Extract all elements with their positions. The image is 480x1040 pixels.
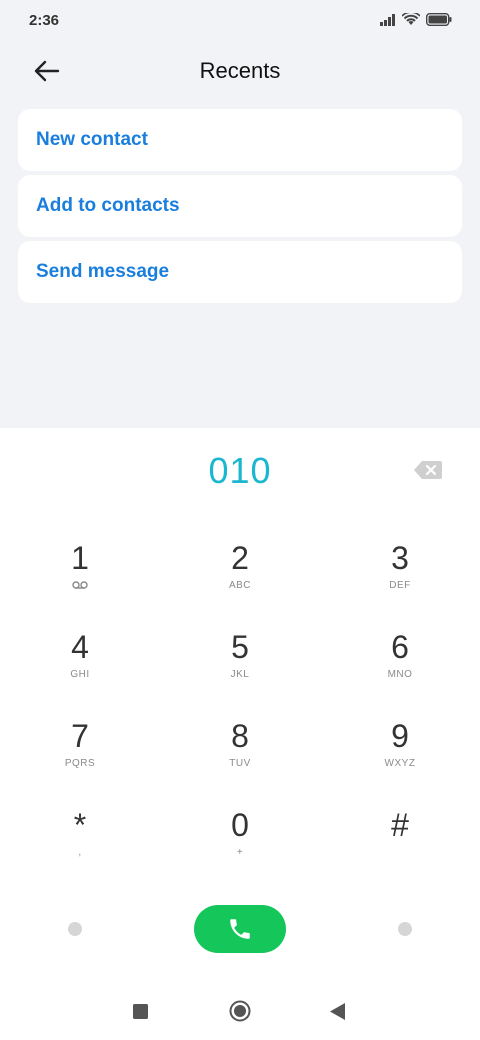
key-star[interactable]: * , — [20, 807, 140, 887]
page-title: Recents — [199, 58, 281, 83]
wifi-icon — [402, 13, 420, 25]
key-letters: JKL — [230, 669, 250, 680]
right-dot-indicator — [398, 922, 412, 936]
key-digit: 3 — [391, 540, 409, 576]
key-digit: 2 — [231, 540, 249, 576]
key-7[interactable]: 7 PQRS — [20, 718, 140, 798]
key-digit: 4 — [71, 629, 89, 665]
backspace-icon[interactable] — [413, 460, 443, 480]
key-digit: 1 — [71, 540, 89, 576]
call-button[interactable] — [194, 905, 286, 953]
key-letters — [340, 847, 460, 859]
voicemail-icon — [20, 580, 140, 592]
new-contact-button[interactable]: New contact — [18, 109, 462, 171]
key-8[interactable]: 8 TUV — [180, 718, 300, 798]
key-hash[interactable]: # — [340, 807, 460, 887]
key-digit: 9 — [391, 718, 409, 754]
add-to-contacts-button[interactable]: Add to contacts — [18, 175, 462, 237]
key-letters: WXYZ — [384, 758, 416, 769]
app-bar: Recents — [0, 44, 480, 100]
dialed-number[interactable]: 010 — [0, 450, 480, 492]
key-letters: , — [78, 847, 82, 858]
key-digit: * — [73, 807, 87, 843]
key-3[interactable]: 3 DEF — [340, 540, 460, 620]
key-digit: 6 — [391, 629, 409, 665]
left-dot-indicator — [68, 922, 82, 936]
key-4[interactable]: 4 GHI — [20, 629, 140, 709]
key-letters: GHI — [70, 669, 90, 680]
key-letters: MNO — [387, 669, 413, 680]
key-6[interactable]: 6 MNO — [340, 629, 460, 709]
home-nav-icon[interactable] — [229, 1000, 251, 1022]
signal-icon — [380, 13, 395, 26]
key-5[interactable]: 5 JKL — [180, 629, 300, 709]
key-letters: PQRS — [64, 758, 96, 769]
status-icons — [380, 13, 452, 26]
key-digit: # — [391, 807, 409, 843]
key-1[interactable]: 1 — [20, 540, 140, 620]
recents-nav-icon[interactable] — [133, 1004, 148, 1019]
key-digit: 0 — [231, 807, 249, 843]
key-0[interactable]: 0 + — [180, 807, 300, 887]
battery-icon — [426, 13, 452, 26]
key-digit: 5 — [231, 629, 249, 665]
key-letters: + — [236, 847, 244, 858]
status-time: 2:36 — [29, 12, 60, 29]
phone-icon — [230, 919, 250, 939]
send-message-button[interactable]: Send message — [18, 241, 462, 303]
key-letters: ABC — [228, 580, 252, 591]
key-2[interactable]: 2 ABC — [180, 540, 300, 620]
system-nav-bar — [0, 990, 480, 1040]
key-letters: TUV — [229, 758, 251, 769]
key-letters: DEF — [389, 580, 411, 591]
key-digit: 7 — [71, 718, 89, 754]
back-nav-icon[interactable] — [330, 1003, 345, 1020]
key-digit: 8 — [231, 718, 249, 754]
status-bar: 2:36 — [0, 0, 480, 44]
key-9[interactable]: 9 WXYZ — [340, 718, 460, 798]
